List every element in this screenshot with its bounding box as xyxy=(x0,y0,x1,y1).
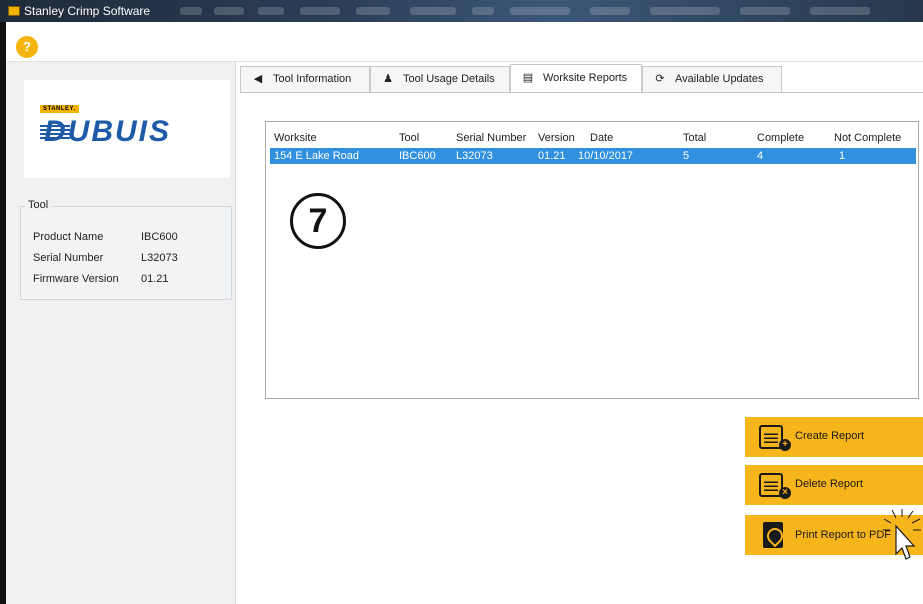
app-icon xyxy=(8,6,20,16)
cell-total: 5 xyxy=(683,150,690,162)
help-button[interactable]: ? xyxy=(16,36,38,58)
serial-number-value: L32073 xyxy=(141,252,178,264)
cell-version: 01.21 xyxy=(538,150,566,162)
cell-date: 10/10/2017 xyxy=(578,150,634,162)
blurred-region xyxy=(810,7,870,15)
company-logo: STANLEY. DUBUIS xyxy=(24,80,230,178)
delete-report-label: Delete Report xyxy=(795,478,863,490)
blurred-region xyxy=(590,7,630,15)
mouse-pointer-icon xyxy=(883,509,921,560)
pdf-icon xyxy=(763,522,783,548)
blurred-region xyxy=(258,7,284,15)
cell-tool: IBC600 xyxy=(399,150,436,162)
x-badge-icon: × xyxy=(779,487,791,499)
cell-worksite: 154 E Lake Road xyxy=(274,150,360,162)
title-bar[interactable]: Stanley Crimp Software xyxy=(0,0,923,22)
serial-number-label: Serial Number xyxy=(33,252,104,264)
cell-complete: 4 xyxy=(757,150,764,162)
blurred-region xyxy=(510,7,570,15)
logo-stanley-text: STANLEY. xyxy=(40,105,79,113)
column-header-total[interactable]: Total xyxy=(683,132,706,144)
product-name-value: IBC600 xyxy=(141,231,178,243)
tab-label: Worksite Reports xyxy=(543,72,628,84)
tab-available-updates[interactable]: ⟳ Available Updates xyxy=(642,66,782,93)
tool-info-group: Tool Product Name IBC600 Serial Number L… xyxy=(20,199,232,300)
firmware-version-label: Firmware Version xyxy=(33,273,119,285)
table-row[interactable]: 154 E Lake Road IBC600 L32073 01.21 10/1… xyxy=(270,148,916,164)
column-header-complete[interactable]: Complete xyxy=(757,132,804,144)
refresh-icon: ⟳ xyxy=(655,73,665,85)
logo-brand-text: DUBUIS xyxy=(44,115,172,148)
list-icon: ▤ xyxy=(522,72,534,84)
blurred-region xyxy=(300,7,340,15)
column-header-tool[interactable]: Tool xyxy=(399,132,419,144)
blurred-region xyxy=(650,7,720,15)
drill-icon: ◀ xyxy=(253,73,263,85)
tab-label: Tool Usage Details xyxy=(403,73,495,85)
list-header: Worksite Tool Serial Number Version Date… xyxy=(266,126,918,148)
left-panel: STANLEY. DUBUIS Tool Product Name IBC600… xyxy=(6,62,236,604)
column-header-not-complete[interactable]: Not Complete xyxy=(834,132,901,144)
blurred-region xyxy=(356,7,390,15)
column-header-serial-number[interactable]: Serial Number xyxy=(456,132,526,144)
column-header-worksite[interactable]: Worksite xyxy=(274,132,317,144)
tab-label: Available Updates xyxy=(675,73,764,85)
blurred-region xyxy=(740,7,790,15)
blurred-region xyxy=(214,7,244,15)
create-report-label: Create Report xyxy=(795,430,865,442)
delete-report-button[interactable]: × Delete Report xyxy=(745,465,923,505)
column-header-version[interactable]: Version xyxy=(538,132,575,144)
person-icon: ♟ xyxy=(383,73,393,85)
print-report-label: Print Report to PDF xyxy=(795,529,891,541)
blurred-region xyxy=(472,7,494,15)
cell-serial-number: L32073 xyxy=(456,150,493,162)
tab-tool-usage-details[interactable]: ♟ Tool Usage Details xyxy=(370,66,510,93)
window-title: Stanley Crimp Software xyxy=(24,4,151,18)
blurred-region xyxy=(410,7,456,15)
worksite-report-list[interactable]: Worksite Tool Serial Number Version Date… xyxy=(265,121,919,399)
blurred-region xyxy=(180,7,202,15)
step-number-callout: 7 xyxy=(290,193,346,249)
create-report-button[interactable]: + Create Report xyxy=(745,417,923,457)
toolbar: ? xyxy=(6,22,923,62)
column-header-date[interactable]: Date xyxy=(590,132,613,144)
product-name-label: Product Name xyxy=(33,231,104,243)
plus-badge-icon: + xyxy=(779,439,791,451)
tab-tool-information[interactable]: ◀ Tool Information xyxy=(240,66,370,93)
tool-group-heading: Tool xyxy=(25,199,52,211)
tab-worksite-reports[interactable]: ▤ Worksite Reports xyxy=(510,64,642,92)
cell-not-complete: 1 xyxy=(839,150,846,162)
tab-label: Tool Information xyxy=(273,73,352,85)
firmware-version-value: 01.21 xyxy=(141,273,169,285)
